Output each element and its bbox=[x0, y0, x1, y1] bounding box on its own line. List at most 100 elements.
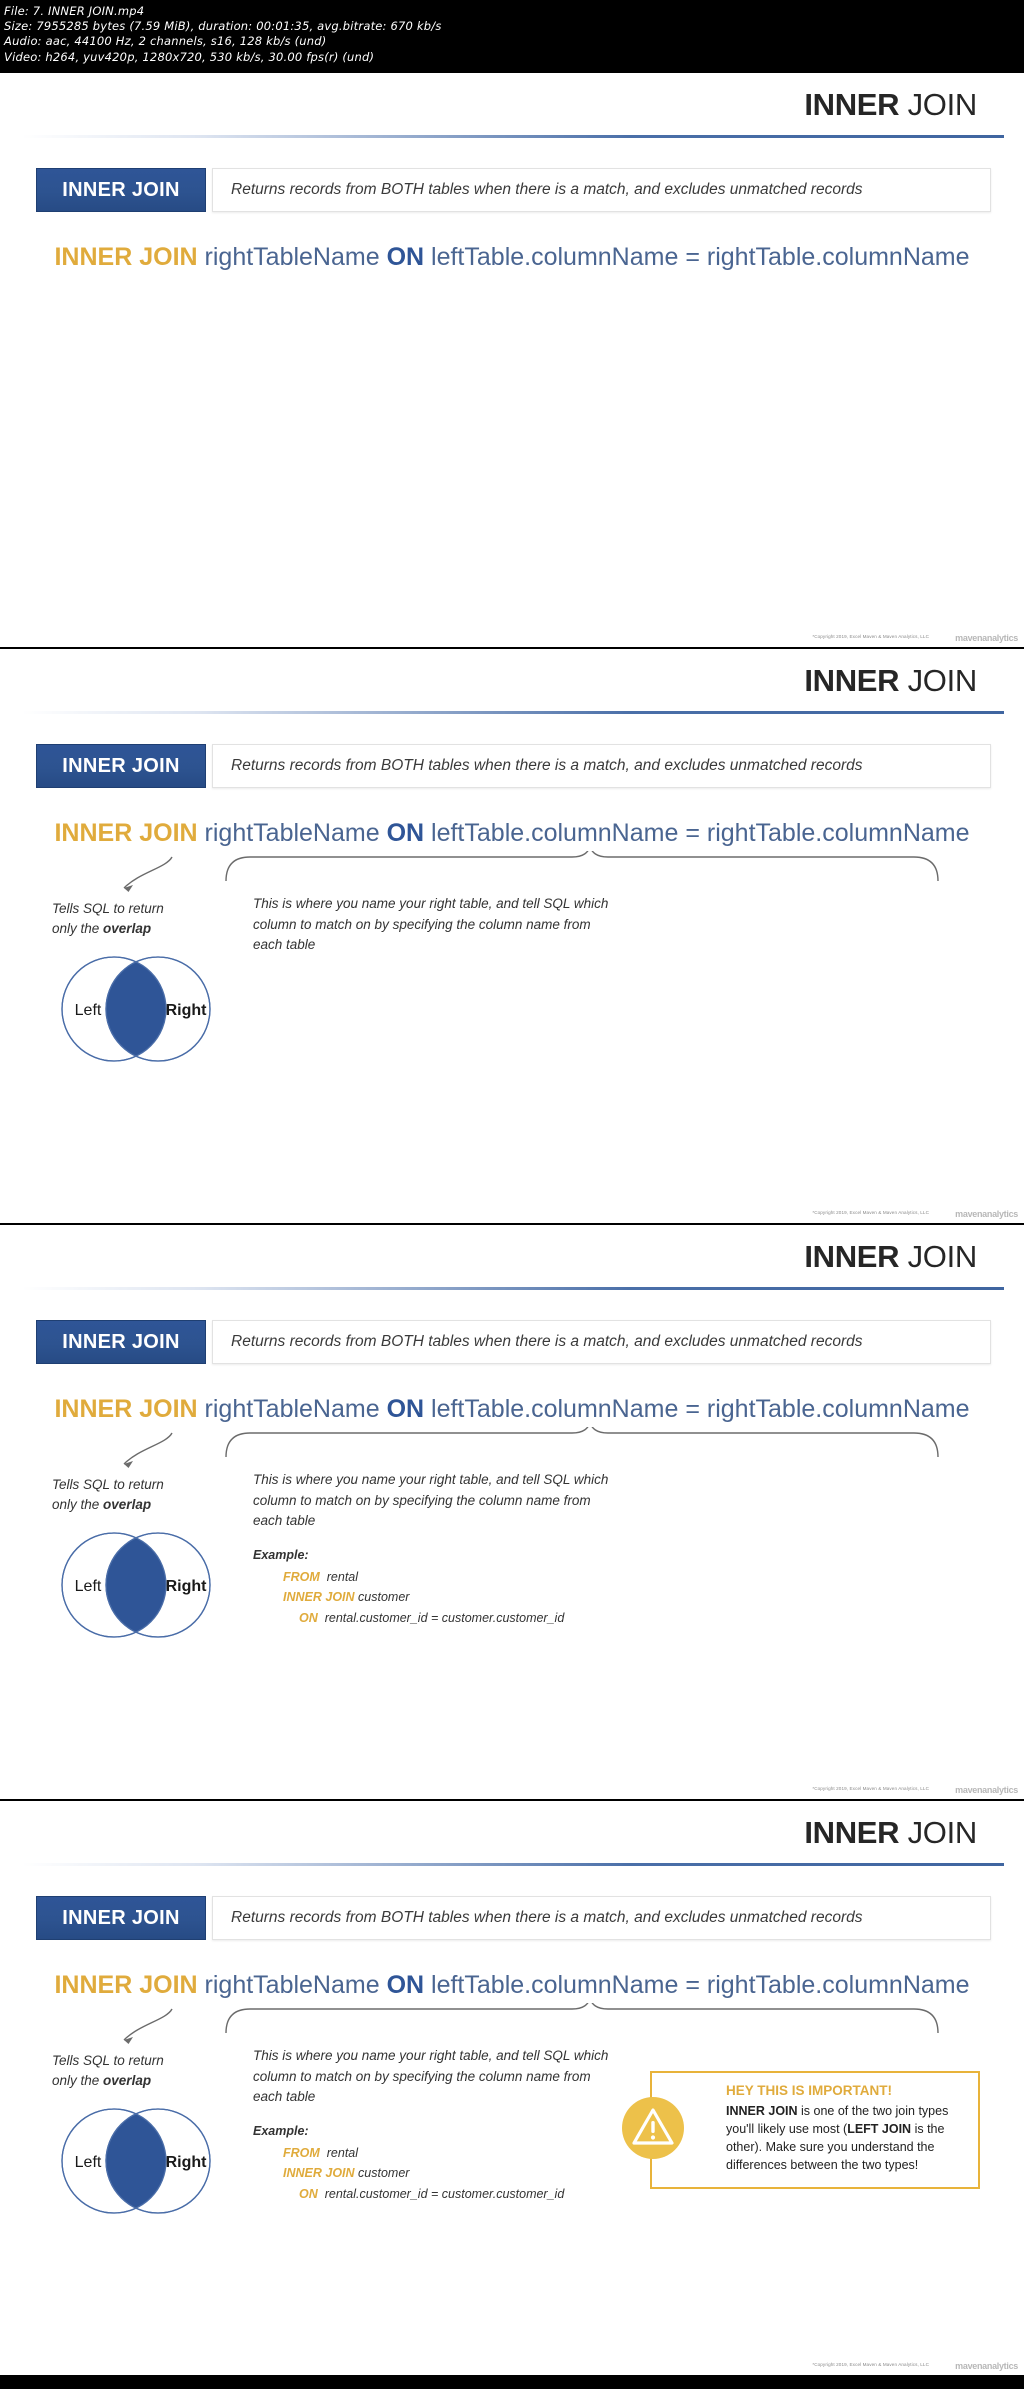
join-type-badge: INNER JOIN bbox=[36, 1320, 206, 1364]
description-text: Returns records from BOTH tables when th… bbox=[231, 757, 863, 774]
example-block: Example: FROM rental INNER JOIN customer… bbox=[253, 1545, 564, 1629]
slide-title-bold: INNER bbox=[804, 1239, 900, 1274]
syntax-left-column: leftTable.columnName bbox=[431, 1395, 679, 1423]
syntax-line: INNER JOIN rightTableName ON leftTable.c… bbox=[0, 1971, 1024, 2000]
syntax-line: INNER JOIN rightTableName ON leftTable.c… bbox=[0, 1395, 1024, 1424]
slide-title-bold: INNER bbox=[804, 87, 900, 122]
left-annotation: Tells SQL to return only the overlap bbox=[52, 899, 242, 938]
syntax-right-table: rightTableName bbox=[204, 1971, 380, 1999]
syntax-keyword: INNER JOIN bbox=[54, 819, 198, 847]
syntax-keyword: INNER JOIN bbox=[54, 1395, 198, 1423]
svg-text:Left: Left bbox=[75, 2154, 102, 2171]
left-pointer-arrow bbox=[123, 856, 173, 892]
metadata-size-line: Size: 7955285 bytes (7.59 MiB), duration… bbox=[4, 19, 442, 34]
important-callout: HEY THIS IS IMPORTANT! INNER JOIN is one… bbox=[622, 2071, 980, 2189]
video-frame-1[interactable]: INNER JOIN INNER JOIN Returns records fr… bbox=[0, 71, 1024, 647]
syntax-right-column: rightTable.columnName bbox=[706, 1395, 970, 1423]
example-line-on: ON rental.customer_id = customer.custome… bbox=[299, 1610, 565, 1625]
syntax-on-keyword: ON bbox=[386, 243, 425, 271]
slide-title-bold: INNER bbox=[804, 663, 900, 698]
video-frame-4[interactable]: INNER JOIN INNER JOIN Returns records fr… bbox=[0, 1799, 1024, 2375]
example-heading: Example: bbox=[253, 1548, 309, 1562]
description-box: Returns records from BOTH tables when th… bbox=[212, 744, 991, 788]
copyright-notice: *Copyright 2019, Excel Maven & Maven Ana… bbox=[812, 634, 929, 639]
syntax-right-table: rightTableName bbox=[204, 1395, 380, 1423]
slide-title-normal: JOIN bbox=[899, 1815, 978, 1850]
example-line-on: ON rental.customer_id = customer.custome… bbox=[299, 2186, 565, 2201]
syntax-equals: = bbox=[685, 1395, 700, 1423]
description-row: INNER JOIN Returns records from BOTH tab… bbox=[36, 744, 991, 788]
left-annotation-line2: only the overlap bbox=[52, 920, 152, 936]
left-annotation-emphasis: overlap bbox=[103, 920, 152, 936]
example-block: Example: FROM rental INNER JOIN customer… bbox=[253, 2121, 564, 2205]
watermark: mavenanalytics bbox=[955, 2361, 1018, 2371]
video-thumbnail-strip: INNER JOIN INNER JOIN Returns records fr… bbox=[0, 71, 1024, 2375]
slide-title-normal: JOIN bbox=[899, 663, 978, 698]
left-annotation-emphasis: overlap bbox=[103, 1496, 152, 1512]
metadata-video-line: Video: h264, yuv420p, 1280x720, 530 kb/s… bbox=[4, 49, 375, 64]
title-divider bbox=[22, 1287, 1004, 1290]
syntax-right-column: rightTable.columnName bbox=[706, 243, 970, 271]
mid-annotation: This is where you name your right table,… bbox=[253, 2048, 609, 2105]
left-annotation-line1: Tells SQL to return bbox=[52, 1477, 164, 1492]
svg-text:Left: Left bbox=[75, 1578, 102, 1595]
description-text: Returns records from BOTH tables when th… bbox=[231, 1333, 863, 1350]
slide-title-normal: JOIN bbox=[899, 87, 978, 122]
slide-title-normal: JOIN bbox=[899, 1239, 978, 1274]
watermark: mavenanalytics bbox=[955, 1785, 1018, 1795]
left-pointer-arrow bbox=[123, 1432, 173, 1468]
description-box: Returns records from BOTH tables when th… bbox=[212, 168, 991, 212]
svg-text:Right: Right bbox=[166, 1578, 208, 1595]
syntax-left-column: leftTable.columnName bbox=[431, 819, 679, 847]
description-box: Returns records from BOTH tables when th… bbox=[212, 1320, 991, 1364]
syntax-right-table: rightTableName bbox=[204, 819, 380, 847]
title-divider bbox=[22, 711, 1004, 714]
description-row: INNER JOIN Returns records from BOTH tab… bbox=[36, 1896, 991, 1940]
video-frame-3[interactable]: INNER JOIN INNER JOIN Returns records fr… bbox=[0, 1223, 1024, 1799]
description-text: Returns records from BOTH tables when th… bbox=[231, 181, 863, 198]
mid-annotation: This is where you name your right table,… bbox=[253, 1472, 609, 1529]
copyright-notice: *Copyright 2019, Excel Maven & Maven Ana… bbox=[812, 2362, 929, 2367]
example-line-join: INNER JOIN customer bbox=[283, 2166, 410, 2181]
example-heading: Example: bbox=[253, 2124, 309, 2138]
svg-text:Right: Right bbox=[166, 1002, 208, 1019]
watermark: mavenanalytics bbox=[955, 1209, 1018, 1219]
slide-title: INNER JOIN bbox=[804, 1239, 977, 1275]
syntax-left-column: leftTable.columnName bbox=[431, 1971, 679, 1999]
example-line-from: FROM rental bbox=[283, 1569, 359, 1584]
syntax-on-keyword: ON bbox=[386, 819, 425, 847]
syntax-on-keyword: ON bbox=[386, 1971, 425, 1999]
venn-diagram: Left Right bbox=[61, 956, 211, 1062]
venn-diagram: Left Right bbox=[61, 2108, 211, 2214]
venn-diagram: Left Right bbox=[61, 1532, 211, 1638]
video-frame-2[interactable]: INNER JOIN INNER JOIN Returns records fr… bbox=[0, 647, 1024, 1223]
join-type-badge: INNER JOIN bbox=[36, 744, 206, 788]
left-annotation-line2: only the overlap bbox=[52, 1496, 152, 1512]
description-box: Returns records from BOTH tables when th… bbox=[212, 1896, 991, 1940]
left-annotation-line2: only the overlap bbox=[52, 2072, 152, 2088]
mid-brace bbox=[225, 851, 939, 882]
syntax-equals: = bbox=[685, 243, 700, 271]
description-row: INNER JOIN Returns records from BOTH tab… bbox=[36, 168, 991, 212]
left-annotation: Tells SQL to return only the overlap bbox=[52, 2051, 242, 2090]
watermark: mavenanalytics bbox=[955, 633, 1018, 643]
slide-title-bold: INNER bbox=[804, 1815, 900, 1850]
syntax-right-column: rightTable.columnName bbox=[706, 1971, 970, 1999]
slide-title: INNER JOIN bbox=[804, 87, 977, 123]
syntax-keyword: INNER JOIN bbox=[54, 1971, 198, 1999]
mid-brace bbox=[225, 1427, 939, 1458]
syntax-line: INNER JOIN rightTableName ON leftTable.c… bbox=[0, 819, 1024, 848]
metadata-file-line: File: 7. INNER JOIN.mp4 bbox=[4, 4, 145, 18]
svg-text:Left: Left bbox=[75, 1002, 102, 1019]
left-annotation-line1: Tells SQL to return bbox=[52, 2053, 164, 2068]
title-divider bbox=[22, 1863, 1004, 1866]
syntax-on-keyword: ON bbox=[386, 1395, 425, 1423]
warning-triangle-icon bbox=[622, 2097, 684, 2159]
syntax-line: INNER JOIN rightTableName ON leftTable.c… bbox=[0, 243, 1024, 272]
left-annotation-line1: Tells SQL to return bbox=[52, 901, 164, 916]
copyright-notice: *Copyright 2019, Excel Maven & Maven Ana… bbox=[812, 1210, 929, 1215]
join-type-badge: INNER JOIN bbox=[36, 168, 206, 212]
callout-heading: HEY THIS IS IMPORTANT! bbox=[726, 2083, 893, 2098]
slide-title: INNER JOIN bbox=[804, 663, 977, 699]
example-line-join: INNER JOIN customer bbox=[283, 1590, 410, 1605]
